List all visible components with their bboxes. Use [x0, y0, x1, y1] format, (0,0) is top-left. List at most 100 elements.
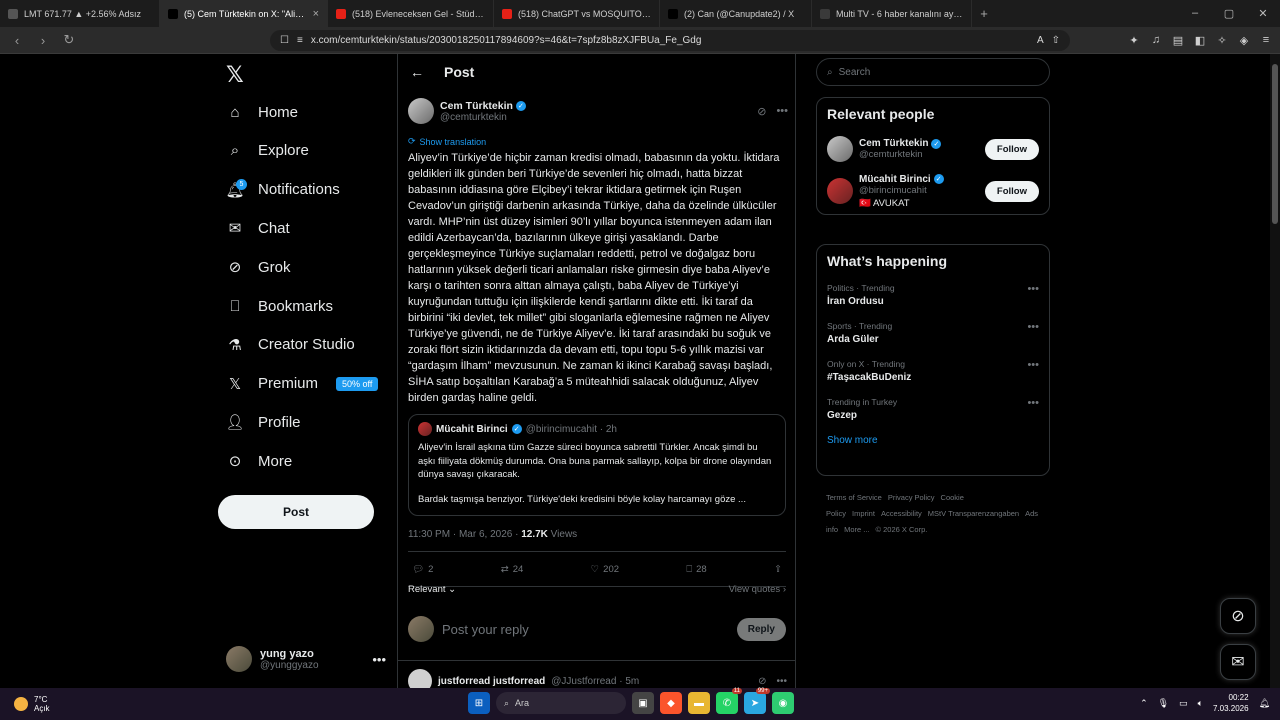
avatar[interactable]: [408, 669, 432, 688]
browser-tab[interactable]: LMT 671.77 ▲ +2.56% Adsız: [0, 0, 160, 27]
extension-icon[interactable]: ✦: [1126, 32, 1142, 48]
more-horizontal-icon[interactable]: •••: [1027, 321, 1039, 345]
more-horizontal-icon[interactable]: •••: [776, 676, 787, 687]
windows-start-icon[interactable]: ⊞: [468, 692, 490, 714]
grok-fab-button[interactable]: ⊘: [1220, 598, 1256, 634]
avatar[interactable]: [408, 98, 434, 124]
browser-tab[interactable]: (2) Can (@Canupdate2) / X: [660, 0, 812, 27]
new-tab-button[interactable]: +: [972, 6, 996, 21]
trend-item[interactable]: Trending in Turkey Gezep •••: [827, 397, 1039, 421]
nav-item-creator-studio[interactable]: ⚗︎ Creator Studio: [226, 330, 354, 360]
relevant-person[interactable]: Mücahit Birinci ✓ @birincimucahit 🇹🇷 AVUKAT…: [827, 174, 1039, 209]
follow-button[interactable]: Follow: [984, 180, 1039, 202]
footer-link[interactable]: Privacy Policy: [888, 493, 935, 502]
footer-link[interactable]: © 2026 X Corp.: [876, 525, 928, 534]
grok-icon[interactable]: ⊘: [757, 105, 766, 118]
grok-icon[interactable]: ⊘: [758, 676, 766, 687]
more-horizontal-icon[interactable]: •••: [1027, 397, 1039, 421]
reply-input[interactable]: Post your reply: [442, 622, 529, 637]
avatar[interactable]: [827, 178, 853, 204]
browser-tab[interactable]: Multi TV - 6 haber kanalını aynı anda: [812, 0, 972, 27]
task-view-icon[interactable]: ▣: [632, 692, 654, 714]
close-window-icon[interactable]: ✕: [1246, 7, 1280, 20]
x-logo-icon[interactable]: 𝕏: [226, 62, 244, 88]
vpn-icon[interactable]: ◈: [1236, 32, 1252, 48]
person-name-row[interactable]: Mücahit Birinci ✓: [859, 174, 944, 185]
nav-item-explore[interactable]: ⌕ Explore: [226, 136, 309, 166]
footer-link[interactable]: MStV Transparenzangaben: [928, 509, 1019, 518]
notification-bell-icon[interactable]: 🔔︎: [1259, 698, 1270, 709]
sort-dropdown[interactable]: Relevant ⌄: [408, 584, 456, 595]
messages-fab-button[interactable]: ✉: [1220, 644, 1256, 680]
wallet-icon[interactable]: ◧: [1192, 32, 1208, 48]
show-more-link[interactable]: Show more: [827, 435, 1039, 446]
footer-link[interactable]: Terms of Service: [826, 493, 882, 502]
ai-icon[interactable]: ✧: [1214, 32, 1230, 48]
telegram-icon[interactable]: ➤ 99+: [744, 688, 770, 714]
post-button[interactable]: Post: [218, 495, 374, 529]
account-switcher[interactable]: yung yazo @yunggyazo •••: [226, 642, 386, 676]
browser-tab[interactable]: (5) Cem Türktekin on X: "Aliyev'in ×: [160, 0, 328, 27]
footer-link[interactable]: Imprint: [852, 509, 875, 518]
repost-action[interactable]: ⇄ 24: [501, 564, 524, 575]
nav-item-home[interactable]: ⌂ Home: [226, 97, 298, 127]
more-horizontal-icon[interactable]: •••: [776, 105, 788, 118]
nav-item-grok[interactable]: ⊘ Grok: [226, 252, 291, 282]
file-explorer-icon[interactable]: ▬: [688, 692, 710, 714]
clock[interactable]: 00:22 7.03.2026: [1213, 692, 1249, 714]
footer-link[interactable]: Accessibility: [881, 509, 922, 518]
bookmark-page-icon[interactable]: ☐: [280, 35, 289, 46]
scrollbar[interactable]: [1270, 54, 1280, 688]
reply-author-name[interactable]: justforread justforread: [438, 676, 545, 687]
chevron-up-icon[interactable]: ⌃: [1140, 698, 1148, 709]
browser-tab[interactable]: (518) ChatGPT vs MOSQUITO Trolley: [494, 0, 660, 27]
reload-icon[interactable]: ↻: [58, 29, 80, 51]
nav-item-chat[interactable]: ✉ Chat: [226, 213, 290, 243]
bookmark-action[interactable]: ⎕ 28: [686, 564, 706, 575]
trend-item[interactable]: Sports · Trending Arda Güler •••: [827, 321, 1039, 345]
sidebar-icon[interactable]: ▤: [1170, 32, 1186, 48]
network-icon[interactable]: ▭: [1179, 698, 1188, 709]
music-icon[interactable]: ♫: [1148, 32, 1164, 48]
more-horizontal-icon[interactable]: •••: [1027, 283, 1039, 307]
share-action[interactable]: ⇪: [774, 564, 782, 575]
author-handle[interactable]: @cemturktekin: [440, 112, 526, 123]
microphone-icon[interactable]: 🎙︎: [1158, 698, 1169, 709]
nav-item-premium[interactable]: 𝕏 Premium 50% off: [226, 369, 379, 399]
reply-tweet[interactable]: justforread justforread @JJustforread · …: [398, 660, 795, 688]
site-info-icon[interactable]: ≡: [297, 35, 303, 46]
footer-link[interactable]: More ...: [844, 525, 869, 534]
whatsapp-icon[interactable]: ✆ 11: [716, 688, 742, 714]
browser-tab[interactable]: (518) Evleneceksen Gel - Stüdyoya Ş: [328, 0, 494, 27]
minimize-icon[interactable]: –: [1178, 7, 1212, 20]
author-name[interactable]: Cem Türktekin: [440, 100, 513, 112]
scrollbar-thumb[interactable]: [1272, 64, 1278, 224]
quoted-post[interactable]: Mücahit Birinci ✓ @birincimucahit · 2h A…: [408, 414, 786, 516]
more-horizontal-icon[interactable]: •••: [372, 652, 386, 667]
back-icon[interactable]: ‹: [6, 29, 28, 51]
taskbar-search[interactable]: ⌕ Ara: [496, 692, 626, 714]
avatar[interactable]: [827, 136, 853, 162]
share-icon[interactable]: ⇧: [1052, 35, 1060, 46]
reply-button[interactable]: Reply: [736, 617, 786, 641]
view-quotes-link[interactable]: View quotes ›: [729, 584, 786, 595]
volume-icon[interactable]: 🔈︎: [1198, 698, 1203, 709]
app-icon[interactable]: ◉: [772, 692, 794, 714]
forward-icon[interactable]: ›: [32, 29, 54, 51]
menu-icon[interactable]: ≡: [1258, 32, 1274, 48]
search-input[interactable]: ⌕ Search: [816, 58, 1050, 86]
relevant-person[interactable]: Cem Türktekin ✓ @cemturktekin Follow: [827, 134, 1039, 164]
translate-icon[interactable]: A: [1037, 35, 1044, 46]
back-arrow-icon[interactable]: ←: [410, 64, 424, 80]
author-name-row[interactable]: Cem Türktekin ✓: [440, 100, 526, 112]
address-bar[interactable]: ☐ ≡ x.com/cemturktekin/status/2030018250…: [270, 29, 1070, 51]
follow-button[interactable]: Follow: [984, 138, 1039, 160]
maximize-icon[interactable]: ▢: [1212, 7, 1246, 20]
nav-item-more[interactable]: ⊙ More: [226, 446, 292, 476]
brave-browser-icon[interactable]: ◆: [660, 692, 682, 714]
weather-widget[interactable]: 7°C Açık: [0, 695, 50, 713]
reply-action[interactable]: 💬︎ 2: [412, 564, 433, 575]
post-time[interactable]: 11:30 PM · Mar 6, 2026 ·: [408, 529, 521, 540]
person-name-row[interactable]: Cem Türktekin ✓: [859, 138, 942, 149]
show-translation-link[interactable]: ⟳ Show translation: [408, 136, 486, 147]
